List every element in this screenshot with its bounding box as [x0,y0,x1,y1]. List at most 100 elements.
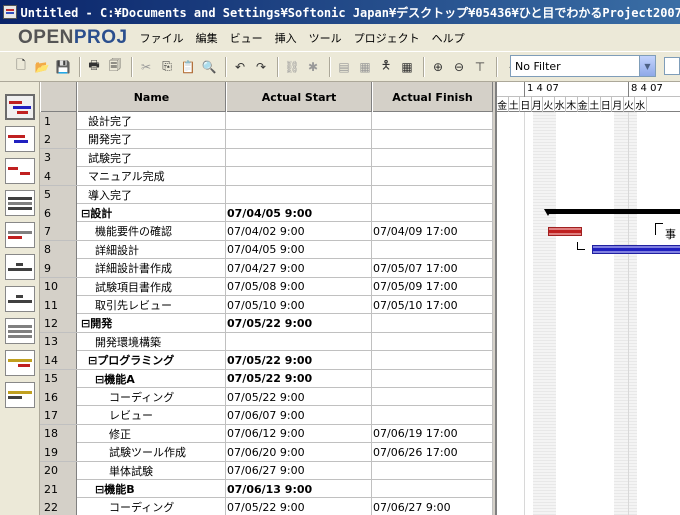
actual-start-cell[interactable]: 07/06/12 9:00 [226,424,372,443]
filter-tool-icon[interactable]: ⊤ [471,58,489,76]
row-id-cell[interactable]: 7 [40,222,77,241]
row-id-cell[interactable]: 15 [40,369,77,388]
task-name-cell[interactable]: レビュー [77,406,226,425]
task-name-cell[interactable]: 修正 [77,424,226,443]
paste-icon[interactable]: 📋 [179,58,197,76]
actual-finish-cell[interactable] [372,240,493,259]
task-name-cell[interactable]: ⊟開発 [77,314,226,333]
actual-finish-cell[interactable] [372,204,493,222]
print-icon[interactable]: 🖶 [85,58,103,76]
task-name-cell[interactable]: 導入完了 [77,185,226,204]
task-info-icon[interactable]: ▤ [335,58,353,76]
actual-finish-cell[interactable] [372,388,493,406]
actual-start-cell[interactable] [226,332,372,351]
actual-start-cell[interactable]: 07/06/20 9:00 [226,443,372,462]
actual-start-cell[interactable]: 07/05/22 9:00 [226,388,372,406]
actual-finish-cell[interactable] [372,406,493,425]
table-row[interactable]: 10 試験項目書作成 07/05/08 9:00 07/05/09 17:00 [40,277,493,296]
actual-finish-cell[interactable] [372,185,493,204]
actual-finish-cell[interactable]: 07/06/27 9:00 [372,498,493,515]
table-row[interactable]: 20 単体試験 07/06/27 9:00 [40,461,493,480]
task-name-cell[interactable]: コーディング [77,388,226,406]
table-row[interactable]: 1 設計完了 [40,112,493,131]
actual-start-cell[interactable]: 07/04/02 9:00 [226,222,372,241]
tracking-gantt-icon[interactable] [5,126,35,152]
row-id-cell[interactable]: 12 [40,314,77,333]
row-id-cell[interactable]: 9 [40,259,77,278]
cut-icon[interactable]: ✂ [137,58,155,76]
toolbar-extra-field[interactable] [664,57,680,75]
task-name-cell[interactable]: 詳細設計 [77,240,226,259]
open-icon[interactable]: 📂 [33,58,51,76]
actual-finish-cell[interactable] [372,332,493,351]
task-name-cell[interactable]: 機能要件の確認 [77,222,226,241]
resource-usage-icon[interactable] [5,382,35,408]
row-id-cell[interactable]: 11 [40,296,77,314]
network-view-icon[interactable] [5,158,35,184]
task-name-cell[interactable]: ⊟設計 [77,204,226,222]
row-id-cell[interactable]: 19 [40,443,77,462]
calendar-icon[interactable]: ▦ [398,58,416,76]
task-name-cell[interactable]: 単体試験 [77,461,226,480]
menu-edit[interactable]: 編集 [190,30,224,46]
menu-view[interactable]: ビュー [224,30,269,46]
table-row[interactable]: 18 修正 07/06/12 9:00 07/06/19 17:00 [40,424,493,444]
row-id-cell[interactable]: 20 [40,461,77,480]
task-name-cell[interactable]: 取引先レビュー [77,296,226,314]
row-id-cell[interactable]: 18 [40,424,77,443]
app-icon[interactable] [3,5,17,19]
new-icon[interactable]: 🗋 [12,58,30,76]
wbs-view-icon[interactable] [5,254,35,280]
row-id-cell[interactable]: 2 [40,130,77,149]
notes-icon[interactable]: ▦ [356,58,374,76]
table-row[interactable]: 13 開発環境構築 [40,332,493,352]
save-icon[interactable]: 💾 [54,58,72,76]
actual-start-cell[interactable]: 07/05/22 9:00 [226,314,372,333]
print-preview-icon[interactable]: 🗐 [106,58,124,76]
actual-start-cell[interactable]: 07/06/27 9:00 [226,461,372,480]
table-row[interactable]: 4 マニュアル完成 [40,167,493,186]
row-id-cell[interactable]: 3 [40,148,77,167]
actual-finish-cell[interactable]: 07/05/07 17:00 [372,259,493,278]
actual-finish-cell[interactable]: 07/05/10 17:00 [372,296,493,314]
menu-project[interactable]: プロジェクト [348,30,426,46]
undo-icon[interactable]: ↶ [231,58,249,76]
actual-finish-cell[interactable] [372,480,493,498]
row-id-cell[interactable]: 22 [40,498,77,515]
task-bar-functional-requirements[interactable] [548,227,582,236]
table-row[interactable]: 16 コーディング 07/05/22 9:00 [40,388,493,407]
table-row[interactable]: 2 開発完了 [40,130,493,149]
report-view-icon[interactable] [5,350,35,376]
filter-select[interactable]: No Filter ▼ [510,55,656,77]
gantt-view-icon[interactable] [5,94,35,120]
actual-finish-cell[interactable] [372,112,493,130]
actual-start-cell[interactable]: 07/04/05 9:00 [226,204,372,222]
task-name-cell[interactable]: 試験項目書作成 [77,277,226,296]
actual-start-cell[interactable] [226,167,372,186]
row-id-cell[interactable]: 5 [40,185,77,204]
actual-finish-cell[interactable]: 07/06/19 17:00 [372,424,493,443]
menu-help[interactable]: ヘルプ [426,30,471,46]
link-icon[interactable]: ⛓ [283,58,301,76]
actual-finish-cell[interactable] [372,314,493,333]
task-name-cell[interactable]: ⊟機能B [77,480,226,498]
row-id-cell[interactable]: 8 [40,240,77,259]
table-row[interactable]: 3 試験完了 [40,148,493,168]
header-actual-start[interactable]: Actual Start [226,82,372,112]
task-name-cell[interactable]: 開発環境構築 [77,332,226,351]
actual-start-cell[interactable]: 07/05/22 9:00 [226,369,372,388]
actual-finish-cell[interactable]: 07/04/09 17:00 [372,222,493,241]
actual-finish-cell[interactable] [372,369,493,388]
rbs-view-icon[interactable] [5,286,35,312]
actual-finish-cell[interactable] [372,130,493,149]
row-id-cell[interactable]: 1 [40,112,77,130]
table-row[interactable]: 6 ⊟設計 07/04/05 9:00 [40,204,493,223]
unlink-icon[interactable]: ✱ [304,58,322,76]
actual-start-cell[interactable]: 07/05/08 9:00 [226,277,372,296]
actual-finish-cell[interactable] [372,167,493,186]
table-row[interactable]: 11 取引先レビュー 07/05/10 9:00 07/05/10 17:00 [40,296,493,315]
table-row[interactable]: 12 ⊟開発 07/05/22 9:00 [40,314,493,333]
table-row[interactable]: 9 詳細設計書作成 07/04/27 9:00 07/05/07 17:00 [40,259,493,278]
find-icon[interactable]: 🔍 [200,58,218,76]
row-id-cell[interactable]: 21 [40,480,77,498]
